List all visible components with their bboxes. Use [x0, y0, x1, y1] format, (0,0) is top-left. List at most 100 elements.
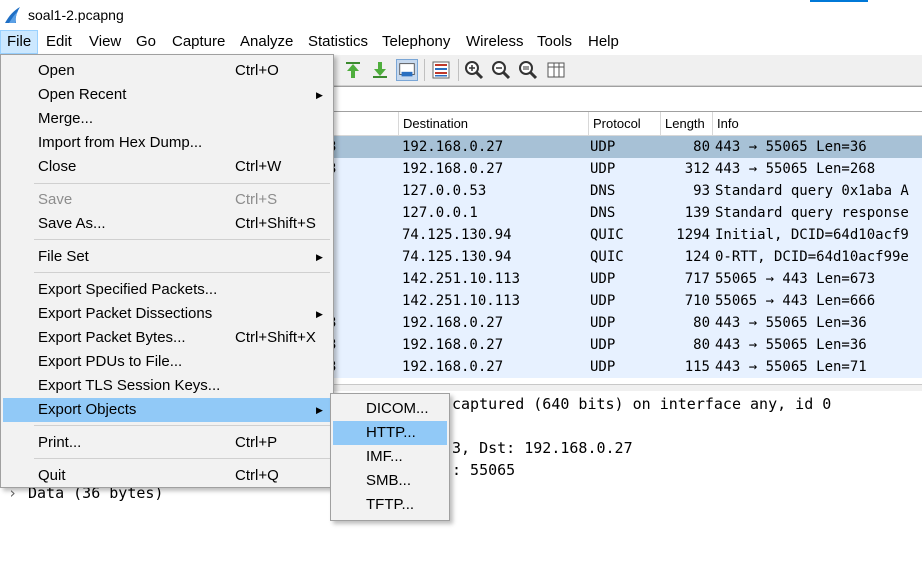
menu-item-export-dissections[interactable]: Export Packet Dissections ▶ — [3, 302, 331, 326]
window-title: soal1-2.pcapng — [28, 7, 124, 23]
cell-destination: 142.251.10.113 — [402, 293, 521, 309]
cell-destination: 192.168.0.27 — [402, 315, 504, 331]
submenu-item-smb[interactable]: SMB... — [333, 469, 447, 493]
zoom-out-icon[interactable] — [490, 59, 512, 81]
cell-info: Initial, DCID=64d10acf9 — [715, 227, 909, 243]
menu-telephony[interactable]: Telephony — [376, 30, 456, 54]
cell-length: 710 — [684, 293, 710, 309]
submenu-item-dicom[interactable]: DICOM... — [333, 397, 447, 421]
cell-protocol: UDP — [590, 293, 616, 309]
column-header-info[interactable]: Info — [712, 112, 922, 135]
menu-bar: File Edit View Go Capture Analyze Statis… — [0, 30, 922, 54]
cell-protocol: QUIC — [590, 249, 624, 265]
toolbar-separator — [424, 59, 425, 81]
cell-protocol: UDP — [590, 315, 616, 331]
cell-length: 115 — [684, 359, 710, 375]
cell-length: 717 — [684, 271, 710, 287]
menu-edit[interactable]: Edit — [40, 30, 78, 54]
submenu-item-imf[interactable]: IMF... — [333, 445, 447, 469]
menu-item-open-recent[interactable]: Open Recent ▶ — [3, 83, 331, 107]
menu-item-save-as[interactable]: Save As... Ctrl+Shift+S — [3, 212, 331, 236]
menu-separator — [34, 425, 330, 426]
detail-udp-line[interactable]: : 55065 — [452, 461, 515, 479]
auto-scroll-icon[interactable] — [396, 59, 418, 81]
menu-capture[interactable]: Capture — [166, 30, 231, 54]
cell-destination: 142.251.10.113 — [402, 271, 521, 287]
menu-item-file-set[interactable]: File Set ▶ — [3, 245, 331, 269]
submenu-arrow-icon: ▶ — [316, 90, 323, 100]
menu-help[interactable]: Help — [582, 30, 625, 54]
title-accent-bar — [810, 0, 868, 2]
go-first-packet-icon[interactable] — [342, 59, 364, 81]
menu-item-import-hex[interactable]: Import from Hex Dump... — [3, 131, 331, 155]
cell-length: 1294 — [676, 227, 710, 243]
cell-info: 443 → 55065 Len=36 — [715, 315, 867, 331]
menu-statistics[interactable]: Statistics — [302, 30, 374, 54]
cell-info: 443 → 55065 Len=71 — [715, 359, 867, 375]
menu-item-export-pdus[interactable]: Export PDUs to File... — [3, 350, 331, 374]
cell-protocol: UDP — [590, 359, 616, 375]
cell-info: 443 → 55065 Len=36 — [715, 139, 867, 155]
cell-destination: 192.168.0.27 — [402, 139, 504, 155]
menu-separator — [34, 272, 330, 273]
cell-info: Standard query 0x1aba A — [715, 183, 909, 199]
cell-length: 93 — [693, 183, 710, 199]
cell-destination: 192.168.0.27 — [402, 359, 504, 375]
submenu-item-tftp[interactable]: TFTP... — [333, 493, 447, 517]
menu-item-merge[interactable]: Merge... — [3, 107, 331, 131]
menu-separator — [34, 183, 330, 184]
resize-columns-icon[interactable] — [545, 59, 567, 81]
cell-info: 55065 → 443 Len=673 — [715, 271, 876, 287]
menu-tools[interactable]: Tools — [531, 30, 578, 54]
export-objects-submenu: DICOM... HTTP... IMF... SMB... TFTP... — [330, 393, 450, 521]
cell-protocol: DNS — [590, 205, 616, 221]
submenu-arrow-icon: ▶ — [316, 405, 323, 415]
zoom-in-icon[interactable] — [463, 59, 485, 81]
wireshark-fin-icon — [5, 7, 20, 23]
cell-protocol: UDP — [590, 337, 616, 353]
cell-info: 0-RTT, DCID=64d10acf99e — [715, 249, 909, 265]
file-menu-dropdown: Open Ctrl+O Open Recent ▶ Merge... Import … — [0, 54, 334, 488]
cell-protocol: UDP — [590, 139, 616, 155]
cell-destination: 192.168.0.27 — [402, 161, 504, 177]
menu-item-export-specified[interactable]: Export Specified Packets... — [3, 278, 331, 302]
cell-destination: 192.168.0.27 — [402, 337, 504, 353]
cell-info: 443 → 55065 Len=36 — [715, 337, 867, 353]
menu-item-save: Save Ctrl+S — [38, 191, 278, 208]
cell-protocol: UDP — [590, 271, 616, 287]
cell-info: 55065 → 443 Len=666 — [715, 293, 876, 309]
title-bar: soal1-2.pcapng — [0, 0, 922, 30]
menu-item-print[interactable]: Print... Ctrl+P — [3, 431, 331, 455]
menu-file[interactable]: File — [0, 30, 39, 54]
cell-length: 80 — [693, 315, 710, 331]
cell-protocol: DNS — [590, 183, 616, 199]
zoom-normal-icon[interactable] — [517, 59, 539, 81]
menu-analyze[interactable]: Analyze — [234, 30, 299, 54]
detail-ip-line[interactable]: 3, Dst: 192.168.0.27 — [452, 439, 633, 457]
colorize-icon[interactable] — [430, 59, 452, 81]
submenu-item-http[interactable]: HTTP... — [333, 421, 447, 445]
menu-wireless[interactable]: Wireless — [460, 30, 530, 54]
cell-protocol: UDP — [590, 161, 616, 177]
cell-length: 80 — [693, 139, 710, 155]
column-header-length[interactable]: Length — [660, 112, 712, 135]
cell-length: 124 — [684, 249, 710, 265]
menu-item-quit[interactable]: Quit Ctrl+Q — [3, 464, 331, 488]
menu-item-export-objects[interactable]: Export Objects ▶ — [3, 398, 331, 422]
menu-item-close[interactable]: Close Ctrl+W — [3, 155, 331, 179]
menu-go[interactable]: Go — [130, 30, 162, 54]
cell-info: Standard query response — [715, 205, 909, 221]
menu-item-export-tls-keys[interactable]: Export TLS Session Keys... — [3, 374, 331, 398]
cell-destination: 127.0.0.1 — [402, 205, 478, 221]
menu-separator — [34, 458, 330, 459]
submenu-arrow-icon: ▶ — [316, 252, 323, 262]
menu-view[interactable]: View — [83, 30, 127, 54]
menu-item-open[interactable]: Open Ctrl+O — [3, 59, 331, 83]
go-last-packet-icon[interactable] — [369, 59, 391, 81]
detail-frame-line[interactable]: captured (640 bits) on interface any, id… — [452, 395, 831, 413]
column-header-destination[interactable]: Destination — [398, 112, 588, 135]
column-header-protocol[interactable]: Protocol — [588, 112, 660, 135]
cell-destination: 74.125.130.94 — [402, 249, 512, 265]
menu-item-export-bytes[interactable]: Export Packet Bytes... Ctrl+Shift+X — [3, 326, 331, 350]
toolbar-separator — [458, 59, 459, 81]
